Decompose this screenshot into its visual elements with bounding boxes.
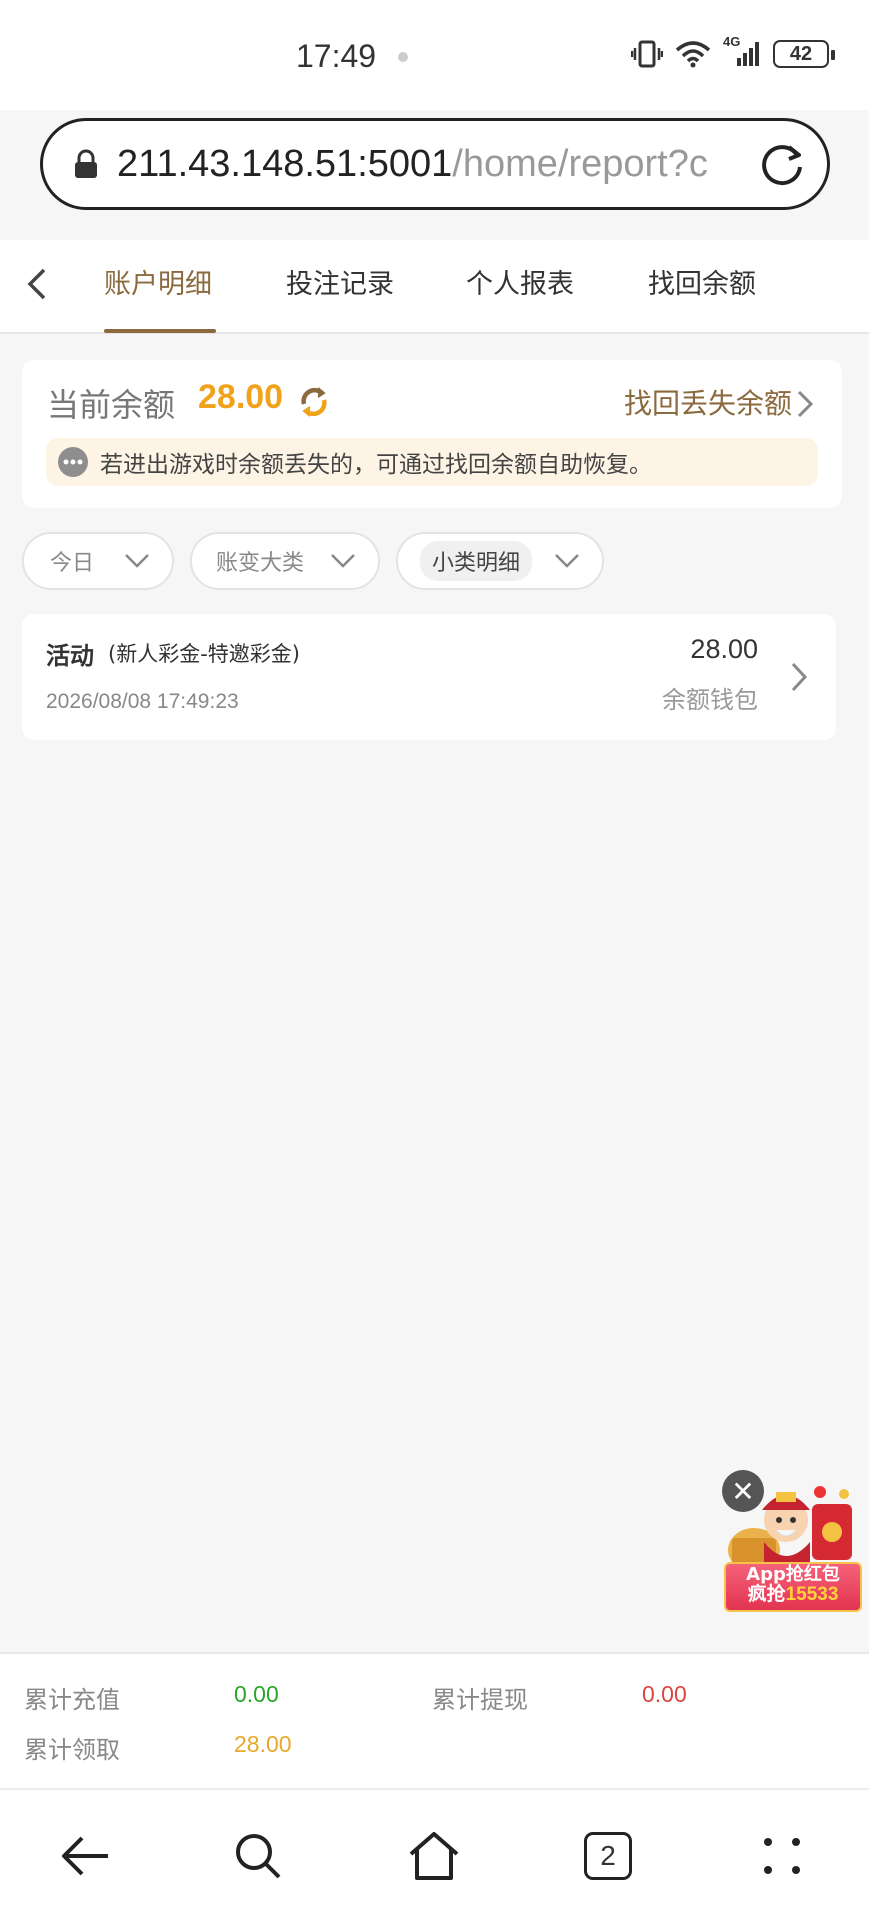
- balance-value: 28.00: [198, 378, 284, 416]
- active-tab-indicator: [104, 329, 216, 333]
- url-text[interactable]: 211.43.148.51:5001/home/report?c: [117, 143, 737, 186]
- promo-subtitle: 疯抢15533: [726, 1582, 860, 1605]
- back-arrow-icon[interactable]: [22, 264, 52, 304]
- promo-prefix: 疯抢: [747, 1582, 786, 1605]
- home-button[interactable]: [404, 1826, 464, 1886]
- record-amount: 28.00: [690, 634, 758, 664]
- totals-summary: 累计充值 0.00 累计提现 0.00 累计领取 28.00: [0, 1652, 869, 1788]
- record-wallet: 余额钱包: [662, 686, 758, 714]
- total-withdraw-value: 0.00: [642, 1681, 687, 1707]
- search-button[interactable]: [228, 1826, 288, 1886]
- status-icons: 4G 42: [631, 34, 835, 68]
- balance-label: 当前余额: [47, 386, 176, 424]
- list-item[interactable]: 活动 (新人彩金-特邀彩金) 2026/08/08 17:49:23 28.00…: [22, 614, 836, 740]
- close-icon[interactable]: ✕: [722, 1470, 764, 1512]
- total-recharge-value: 0.00: [234, 1681, 279, 1707]
- total-withdraw-label: 累计提现: [432, 1686, 528, 1714]
- total-claimed-label: 累计领取: [24, 1736, 120, 1764]
- url-host: 211.43.148.51:5001: [117, 142, 453, 185]
- report-tabs: 账户明细 投注记录 个人报表 找回余额: [0, 240, 869, 334]
- tip-text: 若进出游戏时余额丢失的，可通过找回余额自助恢复。: [100, 452, 652, 478]
- menu-button[interactable]: [752, 1826, 812, 1886]
- home-icon: [409, 1832, 459, 1880]
- subcategory-filter-label: 小类明细: [420, 541, 533, 581]
- more-dots-icon: [764, 1838, 800, 1874]
- status-time: 17:49: [296, 38, 377, 74]
- tab-account-detail[interactable]: 账户明细: [104, 262, 212, 301]
- category-filter-label: 账变大类: [216, 551, 305, 576]
- promo-title: App抢红包: [746, 1564, 840, 1585]
- search-icon: [236, 1834, 281, 1879]
- tab-recover-balance[interactable]: 找回余额: [648, 262, 756, 301]
- wifi-icon: [675, 41, 711, 68]
- record-subtitle: (新人彩金-特邀彩金): [108, 642, 300, 666]
- back-button[interactable]: [56, 1826, 116, 1886]
- chevron-right-icon[interactable]: [794, 388, 816, 420]
- promo-banner: App抢红包 疯抢15533: [724, 1562, 862, 1612]
- promo-number: 15533: [785, 1583, 839, 1605]
- balance-card: 当前余额 28.00 找回丢失余额 若进出游戏时余额丢失的，可通过找回余额自助恢…: [22, 360, 842, 508]
- chevron-down-icon: [331, 554, 355, 568]
- tabs-count: 2: [600, 1840, 616, 1871]
- tabs-button[interactable]: 2: [578, 1826, 638, 1886]
- signal-icon: 4G: [723, 34, 761, 68]
- notification-dot-icon: [398, 52, 408, 62]
- category-filter[interactable]: 账变大类: [190, 532, 380, 590]
- chevron-down-icon: [125, 554, 149, 568]
- total-recharge-label: 累计充值: [24, 1686, 120, 1714]
- battery-icon: 42: [773, 40, 835, 68]
- tab-bet-records[interactable]: 投注记录: [286, 262, 394, 301]
- refresh-balance-icon[interactable]: [296, 384, 332, 420]
- reload-icon[interactable]: [757, 139, 807, 189]
- red-packet-promo[interactable]: ✕ App抢红包 疯抢15533: [722, 1470, 864, 1612]
- vibrate-icon: [631, 40, 663, 68]
- date-filter[interactable]: 今日: [22, 532, 174, 590]
- record-datetime: 2026/08/08 17:49:23: [46, 690, 239, 713]
- chevron-down-icon: [555, 554, 579, 568]
- tip-bar: 若进出游戏时余额丢失的，可通过找回余额自助恢复。: [46, 438, 818, 486]
- subcategory-filter[interactable]: 小类明细: [396, 532, 604, 590]
- tab-personal-report[interactable]: 个人报表: [466, 262, 574, 301]
- battery-level: 42: [789, 42, 813, 65]
- status-bar: 17:49 4G 42: [0, 0, 869, 110]
- lock-icon: [75, 149, 97, 178]
- network-type: 4G: [723, 34, 741, 49]
- record-title: 活动: [46, 642, 94, 670]
- tabs-count-icon: 2: [584, 1832, 632, 1880]
- chevron-right-icon[interactable]: [788, 660, 810, 694]
- total-claimed-value: 28.00: [234, 1731, 292, 1757]
- date-filter-label: 今日: [50, 551, 95, 576]
- chat-bubble-icon: [58, 447, 88, 477]
- url-path: /home/report?c: [452, 142, 708, 185]
- arrow-left-icon: [62, 1836, 108, 1876]
- browser-bottom-nav: 2: [0, 1788, 869, 1920]
- recover-lost-balance-link[interactable]: 找回丢失余额: [624, 382, 792, 422]
- address-bar[interactable]: 211.43.148.51:5001/home/report?c: [40, 118, 830, 210]
